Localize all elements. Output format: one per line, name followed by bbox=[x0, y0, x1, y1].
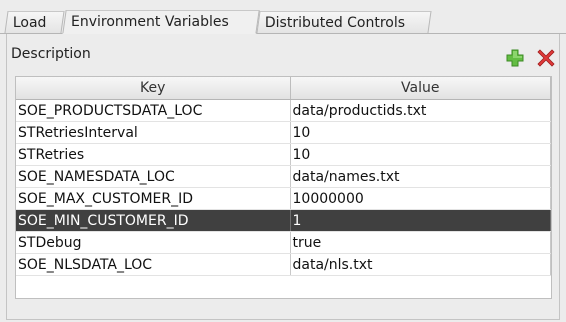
tab-environment-variables-label: Environment Variables bbox=[71, 14, 229, 30]
table-header-row: Key Value bbox=[16, 77, 551, 100]
row-key-cell[interactable]: SOE_MIN_CUSTOMER_ID bbox=[16, 209, 291, 232]
row-key-cell[interactable]: SOE_NLSDATA_LOC bbox=[16, 253, 291, 276]
tab-environment-variables[interactable]: Environment Variables bbox=[62, 10, 260, 34]
table-row-selected[interactable]: SOE_MIN_CUSTOMER_ID 1 bbox=[16, 209, 551, 232]
row-key-cell[interactable]: SOE_NAMESDATA_LOC bbox=[16, 165, 291, 188]
table-row[interactable]: STDebug true bbox=[16, 231, 551, 254]
tab-distributed-controls[interactable]: Distributed Controls bbox=[256, 11, 432, 33]
table-row[interactable]: STRetriesInterval 10 bbox=[16, 121, 551, 144]
table-row[interactable]: SOE_NAMESDATA_LOC data/names.txt bbox=[16, 165, 551, 188]
row-key-cell[interactable]: STRetriesInterval bbox=[16, 121, 291, 144]
tab-bar: Load Environment Variables Distributed C… bbox=[0, 0, 566, 36]
variables-table[interactable]: Key Value SOE_PRODUCTSDATA_LOC data/prod… bbox=[15, 76, 552, 299]
table-row[interactable]: SOE_PRODUCTSDATA_LOC data/productids.txt bbox=[16, 99, 551, 122]
row-value-cell[interactable]: true bbox=[290, 231, 551, 254]
row-value-cell[interactable]: data/productids.txt bbox=[290, 99, 551, 122]
row-value-cell[interactable]: data/nls.txt bbox=[290, 253, 551, 276]
table-row[interactable]: SOE_MAX_CUSTOMER_ID 10000000 bbox=[16, 187, 551, 210]
column-header-key[interactable]: Key bbox=[16, 77, 291, 100]
tab-load-label: Load bbox=[12, 15, 47, 31]
row-key-cell[interactable]: SOE_PRODUCTSDATA_LOC bbox=[16, 99, 291, 122]
x-icon bbox=[537, 49, 555, 67]
tab-distributed-controls-label: Distributed Controls bbox=[264, 15, 406, 31]
table-row[interactable]: SOE_NLSDATA_LOC data/nls.txt bbox=[16, 253, 551, 276]
column-header-value[interactable]: Value bbox=[290, 77, 551, 100]
table-row[interactable]: STRetries 10 bbox=[16, 143, 551, 166]
row-key-cell[interactable]: STDebug bbox=[16, 231, 291, 254]
row-value-cell[interactable]: 10 bbox=[290, 143, 551, 166]
tab-load[interactable]: Load bbox=[4, 11, 65, 33]
row-key-cell[interactable]: STRetries bbox=[16, 143, 291, 166]
row-value-cell[interactable]: 10000000 bbox=[290, 187, 551, 210]
remove-variable-button[interactable] bbox=[536, 48, 556, 68]
description-label: Description bbox=[11, 46, 91, 62]
plus-icon bbox=[506, 49, 524, 67]
row-value-cell[interactable]: 10 bbox=[290, 121, 551, 144]
row-key-cell[interactable]: SOE_MAX_CUSTOMER_ID bbox=[16, 187, 291, 210]
row-value-cell[interactable]: data/names.txt bbox=[290, 165, 551, 188]
row-value-cell[interactable]: 1 bbox=[290, 209, 551, 232]
add-variable-button[interactable] bbox=[505, 48, 525, 68]
